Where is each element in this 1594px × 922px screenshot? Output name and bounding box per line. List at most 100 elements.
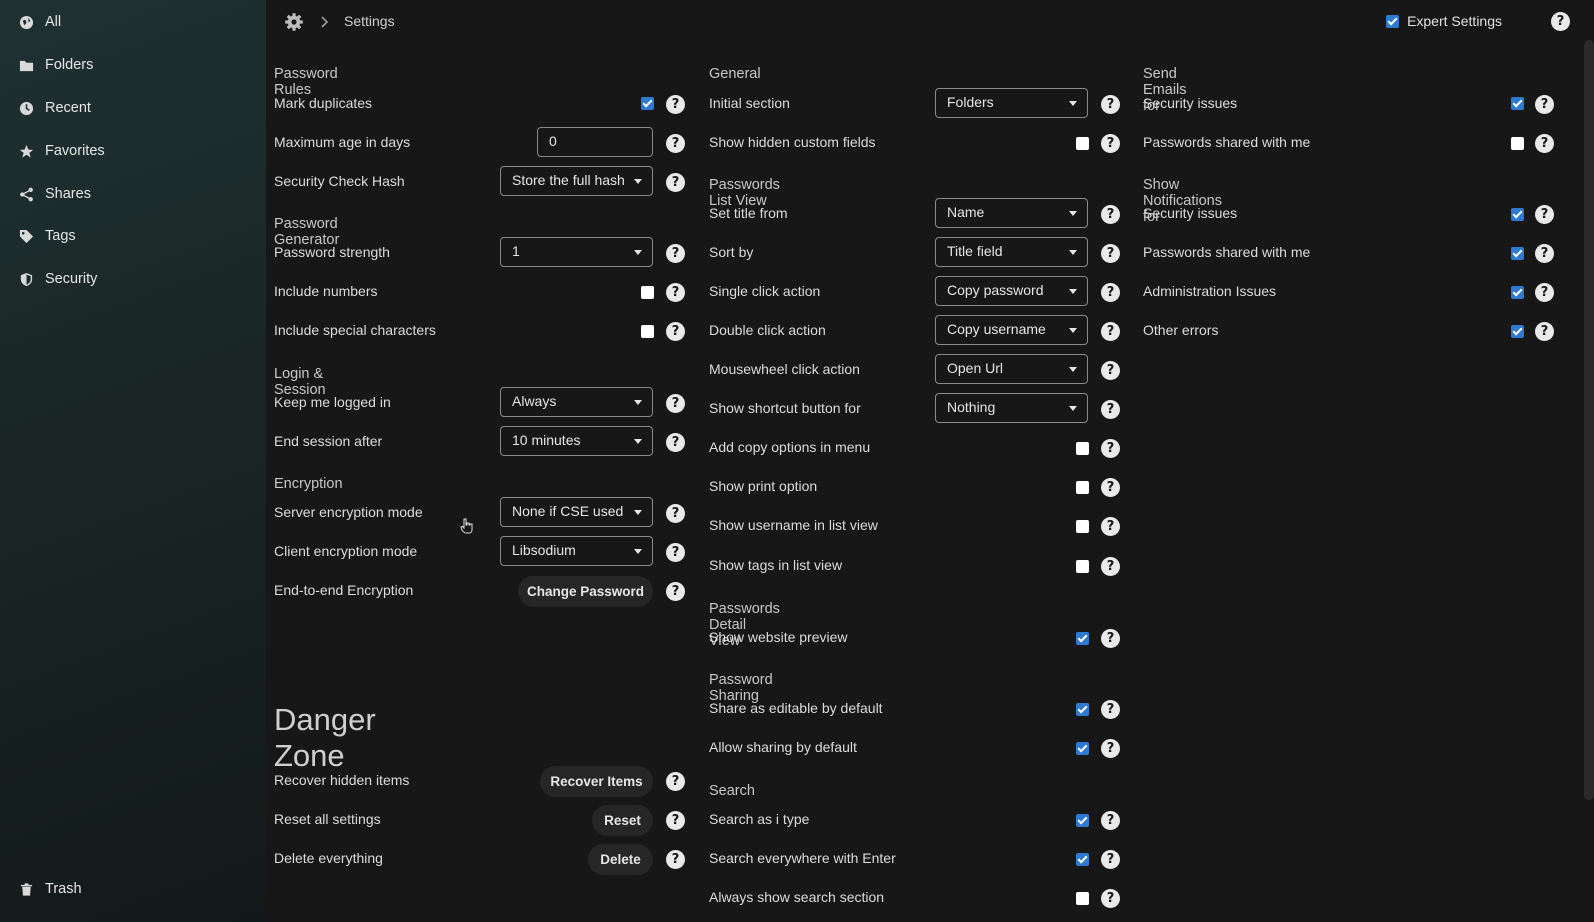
chevron-down-icon: [1069, 367, 1077, 372]
include-special-checkbox[interactable]: [641, 325, 654, 338]
delete-button[interactable]: Delete: [588, 844, 653, 875]
notify-security-checkbox[interactable]: [1511, 208, 1524, 221]
scrollbar[interactable]: [1584, 40, 1594, 800]
help-icon[interactable]: ?: [1101, 739, 1120, 758]
help-icon[interactable]: ?: [1535, 134, 1554, 153]
search-as-type-checkbox[interactable]: [1076, 814, 1089, 827]
expert-settings-toggle[interactable]: Expert Settings: [1386, 13, 1502, 29]
sidebar-item-label: Folders: [45, 57, 94, 73]
help-icon[interactable]: ?: [666, 173, 685, 192]
help-icon[interactable]: ?: [1101, 95, 1120, 114]
help-icon[interactable]: ?: [666, 244, 685, 263]
website-preview-checkbox[interactable]: [1076, 632, 1089, 645]
mousewheel-click-select[interactable]: Open Url: [935, 354, 1088, 384]
help-icon[interactable]: ?: [666, 433, 685, 452]
help-icon[interactable]: ?: [666, 322, 685, 341]
single-click-select[interactable]: Copy password: [935, 276, 1088, 306]
help-icon[interactable]: ?: [1101, 557, 1120, 576]
sidebar-item-shares[interactable]: Shares: [18, 183, 91, 205]
help-icon[interactable]: ?: [1101, 134, 1120, 153]
help-icon[interactable]: ?: [666, 811, 685, 830]
help-icon[interactable]: ?: [1101, 322, 1120, 341]
keep-logged-in-select[interactable]: Always: [500, 387, 653, 417]
end-session-select[interactable]: 10 minutes: [500, 426, 653, 456]
help-icon[interactable]: ?: [1551, 12, 1570, 31]
sidebar-item-folders[interactable]: Folders: [18, 54, 93, 76]
help-icon[interactable]: ?: [1101, 361, 1120, 380]
help-icon[interactable]: ?: [1101, 283, 1120, 302]
password-strength-select[interactable]: 1: [500, 237, 653, 267]
change-password-button[interactable]: Change Password: [518, 576, 653, 607]
select-value: Always: [512, 393, 557, 409]
expert-settings-label: Expert Settings: [1407, 13, 1502, 29]
help-icon[interactable]: ?: [1101, 850, 1120, 869]
search-everywhere-checkbox[interactable]: [1076, 853, 1089, 866]
setting-label: Security issues: [1143, 205, 1238, 221]
notify-other-checkbox[interactable]: [1511, 325, 1524, 338]
help-icon[interactable]: ?: [1101, 439, 1120, 458]
help-icon[interactable]: ?: [1101, 400, 1120, 419]
chevron-down-icon: [634, 439, 642, 444]
help-icon[interactable]: ?: [1101, 205, 1120, 224]
help-icon[interactable]: ?: [1101, 889, 1120, 908]
help-icon[interactable]: ?: [666, 394, 685, 413]
sidebar-item-favorites[interactable]: Favorites: [18, 140, 105, 162]
help-icon[interactable]: ?: [1101, 811, 1120, 830]
email-shared-checkbox[interactable]: [1511, 137, 1524, 150]
chevron-down-icon: [634, 549, 642, 554]
recover-items-button[interactable]: Recover Items: [540, 766, 653, 797]
sidebar-item-recent[interactable]: Recent: [18, 97, 91, 119]
chevron-right-icon: [321, 16, 329, 28]
max-age-input[interactable]: 0: [537, 127, 653, 157]
initial-section-select[interactable]: Folders: [935, 88, 1088, 118]
security-hash-select[interactable]: Store the full hash: [500, 166, 653, 196]
double-click-select[interactable]: Copy username: [935, 315, 1088, 345]
help-icon[interactable]: ?: [1535, 95, 1554, 114]
copy-options-checkbox[interactable]: [1076, 442, 1089, 455]
sidebar-item-all[interactable]: All: [18, 11, 61, 33]
client-encryption-select[interactable]: Libsodium: [500, 536, 653, 566]
sidebar-item-trash[interactable]: Trash: [18, 878, 82, 900]
help-icon[interactable]: ?: [1535, 322, 1554, 341]
server-encryption-select[interactable]: None if CSE used: [500, 497, 653, 527]
reset-button[interactable]: Reset: [592, 805, 653, 836]
help-icon[interactable]: ?: [1535, 283, 1554, 302]
help-icon[interactable]: ?: [1101, 478, 1120, 497]
setting-label: Include special characters: [274, 322, 436, 338]
shortcut-button-select[interactable]: Nothing: [935, 393, 1088, 423]
expert-settings-checkbox[interactable]: [1386, 14, 1400, 28]
notify-shared-checkbox[interactable]: [1511, 247, 1524, 260]
help-icon[interactable]: ?: [666, 543, 685, 562]
sort-by-select[interactable]: Title field: [935, 237, 1088, 267]
setting-label: Reset all settings: [274, 811, 381, 827]
share-editable-checkbox[interactable]: [1076, 703, 1089, 716]
help-icon[interactable]: ?: [666, 772, 685, 791]
email-security-checkbox[interactable]: [1511, 97, 1524, 110]
always-search-checkbox[interactable]: [1076, 892, 1089, 905]
help-icon[interactable]: ?: [666, 850, 685, 869]
help-icon[interactable]: ?: [666, 95, 685, 114]
help-icon[interactable]: ?: [1535, 205, 1554, 224]
allow-sharing-checkbox[interactable]: [1076, 742, 1089, 755]
breadcrumb-current[interactable]: Settings: [344, 13, 395, 29]
print-option-checkbox[interactable]: [1076, 481, 1089, 494]
sidebar-item-security[interactable]: Security: [18, 268, 97, 290]
help-icon[interactable]: ?: [666, 582, 685, 601]
help-icon[interactable]: ?: [1101, 629, 1120, 648]
help-icon[interactable]: ?: [1535, 244, 1554, 263]
help-icon[interactable]: ?: [666, 134, 685, 153]
notify-admin-checkbox[interactable]: [1511, 286, 1524, 299]
help-icon[interactable]: ?: [666, 504, 685, 523]
hidden-fields-checkbox[interactable]: [1076, 137, 1089, 150]
username-list-checkbox[interactable]: [1076, 520, 1089, 533]
help-icon[interactable]: ?: [1101, 244, 1120, 263]
sidebar-item-tags[interactable]: Tags: [18, 225, 76, 247]
help-icon[interactable]: ?: [1101, 517, 1120, 536]
help-icon[interactable]: ?: [1101, 700, 1120, 719]
mark-duplicates-checkbox[interactable]: [641, 97, 654, 110]
gear-icon[interactable]: [284, 12, 304, 32]
set-title-select[interactable]: Name: [935, 198, 1088, 228]
include-numbers-checkbox[interactable]: [641, 286, 654, 299]
tags-list-checkbox[interactable]: [1076, 560, 1089, 573]
help-icon[interactable]: ?: [666, 283, 685, 302]
